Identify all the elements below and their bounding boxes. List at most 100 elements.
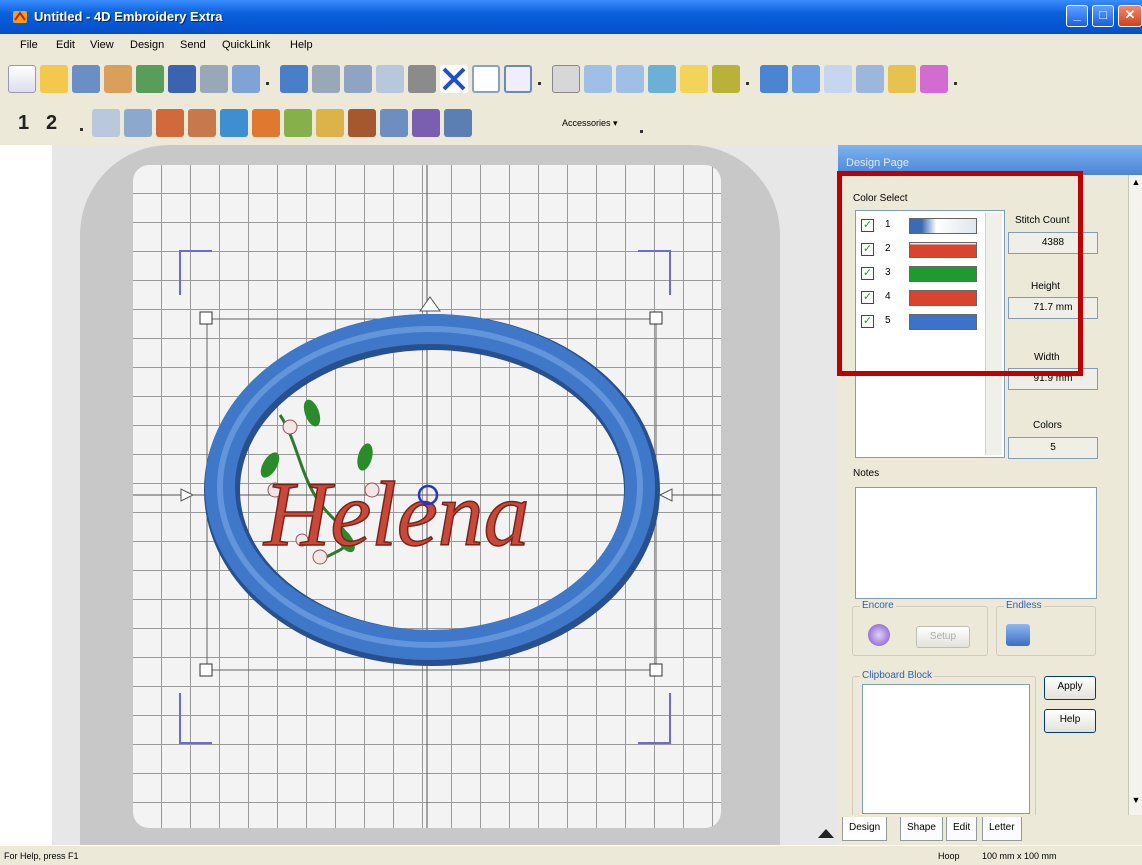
tab-edit[interactable]: Edit: [946, 817, 978, 841]
flower: [282, 419, 298, 435]
measure-icon[interactable]: [680, 65, 708, 93]
tab-design[interactable]: Design: [842, 817, 888, 841]
minimize-button[interactable]: _: [1066, 5, 1088, 27]
delete-icon[interactable]: [440, 65, 468, 93]
resize-icon[interactable]: [824, 65, 852, 93]
separator: [954, 82, 957, 85]
status-help-text: For Help, press F1: [4, 851, 79, 861]
cut-icon[interactable]: [344, 65, 372, 93]
menu-bar: File Edit View Design Send QuickLink Hel…: [0, 34, 1142, 58]
wand-icon[interactable]: [104, 65, 132, 93]
highlight-box: [837, 171, 1083, 376]
frame-icon[interactable]: [124, 109, 152, 137]
menu-send[interactable]: Send: [180, 39, 206, 51]
star-icon[interactable]: [316, 109, 344, 137]
brush-icon[interactable]: [156, 109, 184, 137]
hoop-corner-bottom-left: [179, 693, 212, 744]
encore-icon[interactable]: [868, 624, 890, 646]
wizard-icon[interactable]: [888, 65, 916, 93]
hoop-label: Hoop: [938, 851, 960, 861]
module-toolbar: 1 2 Accessories ▾: [0, 100, 1142, 145]
camera-icon[interactable]: [72, 65, 100, 93]
side-handle-left[interactable]: [180, 488, 195, 502]
menu-quicklink[interactable]: QuickLink: [222, 39, 270, 51]
scissors-icon[interactable]: [188, 109, 216, 137]
title-bar: Untitled - 4D Embroidery Extra _ □ ✕: [0, 0, 1142, 34]
window-title: Untitled - 4D Embroidery Extra: [34, 9, 223, 24]
menu-file[interactable]: File: [20, 39, 38, 51]
side-handle-right[interactable]: [658, 488, 673, 502]
endless-label: Endless: [1004, 600, 1044, 611]
person-icon[interactable]: [412, 109, 440, 137]
pan-icon[interactable]: [648, 65, 676, 93]
encore-label: Encore: [860, 600, 896, 611]
separator: [746, 82, 749, 85]
pattern-icon[interactable]: [380, 109, 408, 137]
print-icon[interactable]: [200, 65, 228, 93]
select-box-icon[interactable]: [472, 65, 500, 93]
undo-icon[interactable]: [280, 65, 308, 93]
close-button[interactable]: ✕: [1118, 5, 1142, 27]
flower-icon[interactable]: [252, 109, 280, 137]
vine-icon[interactable]: [284, 109, 312, 137]
edit-icon[interactable]: [792, 65, 820, 93]
paste-icon[interactable]: [408, 65, 436, 93]
new-icon[interactable]: [8, 65, 36, 93]
rotate-handle[interactable]: [419, 296, 441, 312]
hoop-size: 100 mm x 100 mm: [982, 851, 1057, 861]
notes-textarea[interactable]: [855, 487, 1097, 599]
separator: [640, 130, 643, 133]
box-icon[interactable]: [348, 109, 376, 137]
menu-help[interactable]: Help: [290, 39, 313, 51]
clipboard-block-area[interactable]: [862, 684, 1030, 814]
colors-label: Colors: [1033, 420, 1062, 431]
import-icon[interactable]: [136, 65, 164, 93]
hoop-corner-top-left: [179, 250, 212, 295]
design-lettering[interactable]: Helena: [262, 462, 530, 566]
realistic-view-icon[interactable]: [712, 65, 740, 93]
maximize-button[interactable]: □: [1092, 5, 1114, 27]
open-icon[interactable]: [40, 65, 68, 93]
tab-letter[interactable]: Letter: [982, 817, 1022, 841]
leaf: [303, 399, 321, 427]
resize-handle[interactable]: [649, 311, 663, 325]
zoom-in-icon[interactable]: [584, 65, 612, 93]
accessories-menu[interactable]: Accessories ▾: [562, 118, 618, 129]
endless-icon[interactable]: [1006, 624, 1030, 646]
people-icon[interactable]: [444, 109, 472, 137]
save-icon[interactable]: [168, 65, 196, 93]
sequence-icon[interactable]: [856, 65, 884, 93]
triangle-arrow-icon[interactable]: [818, 827, 834, 839]
resize-handle[interactable]: [199, 663, 213, 677]
resize-handle[interactable]: [199, 311, 213, 325]
design-canvas[interactable]: Helena: [0, 145, 838, 845]
tab-shape[interactable]: Shape: [900, 817, 943, 841]
status-bar: For Help, press F1 Hoop 100 mm x 100 mm: [0, 845, 1142, 865]
panel-scrollbar[interactable]: ▲ ▼: [1128, 175, 1142, 815]
color-icon[interactable]: [920, 65, 948, 93]
copy-icon[interactable]: [376, 65, 404, 93]
scroll-up-icon[interactable]: ▲: [1129, 177, 1142, 193]
properties-icon[interactable]: [504, 65, 532, 93]
menu-view[interactable]: View: [90, 39, 114, 51]
design-workspace[interactable]: Helena: [0, 145, 838, 845]
zoom-out-icon[interactable]: [616, 65, 644, 93]
setup-button[interactable]: Setup: [916, 626, 970, 648]
menu-edit[interactable]: Edit: [56, 39, 75, 51]
view-2-button[interactable]: 2: [46, 112, 57, 135]
cursor-icon[interactable]: [232, 65, 260, 93]
group-icon[interactable]: [760, 65, 788, 93]
redo-icon[interactable]: [312, 65, 340, 93]
stitch-icon[interactable]: [92, 109, 120, 137]
grid-icon[interactable]: [552, 65, 580, 93]
apply-button[interactable]: Apply: [1044, 676, 1096, 700]
globe-icon[interactable]: [220, 109, 248, 137]
scroll-down-icon[interactable]: ▼: [1129, 795, 1142, 811]
separator: [80, 128, 83, 131]
app-icon: [13, 11, 27, 23]
resize-handle[interactable]: [649, 663, 663, 677]
main-toolbar: [0, 60, 1142, 98]
menu-design[interactable]: Design: [130, 39, 164, 51]
help-button[interactable]: Help: [1044, 709, 1096, 733]
view-1-button[interactable]: 1: [18, 112, 29, 135]
